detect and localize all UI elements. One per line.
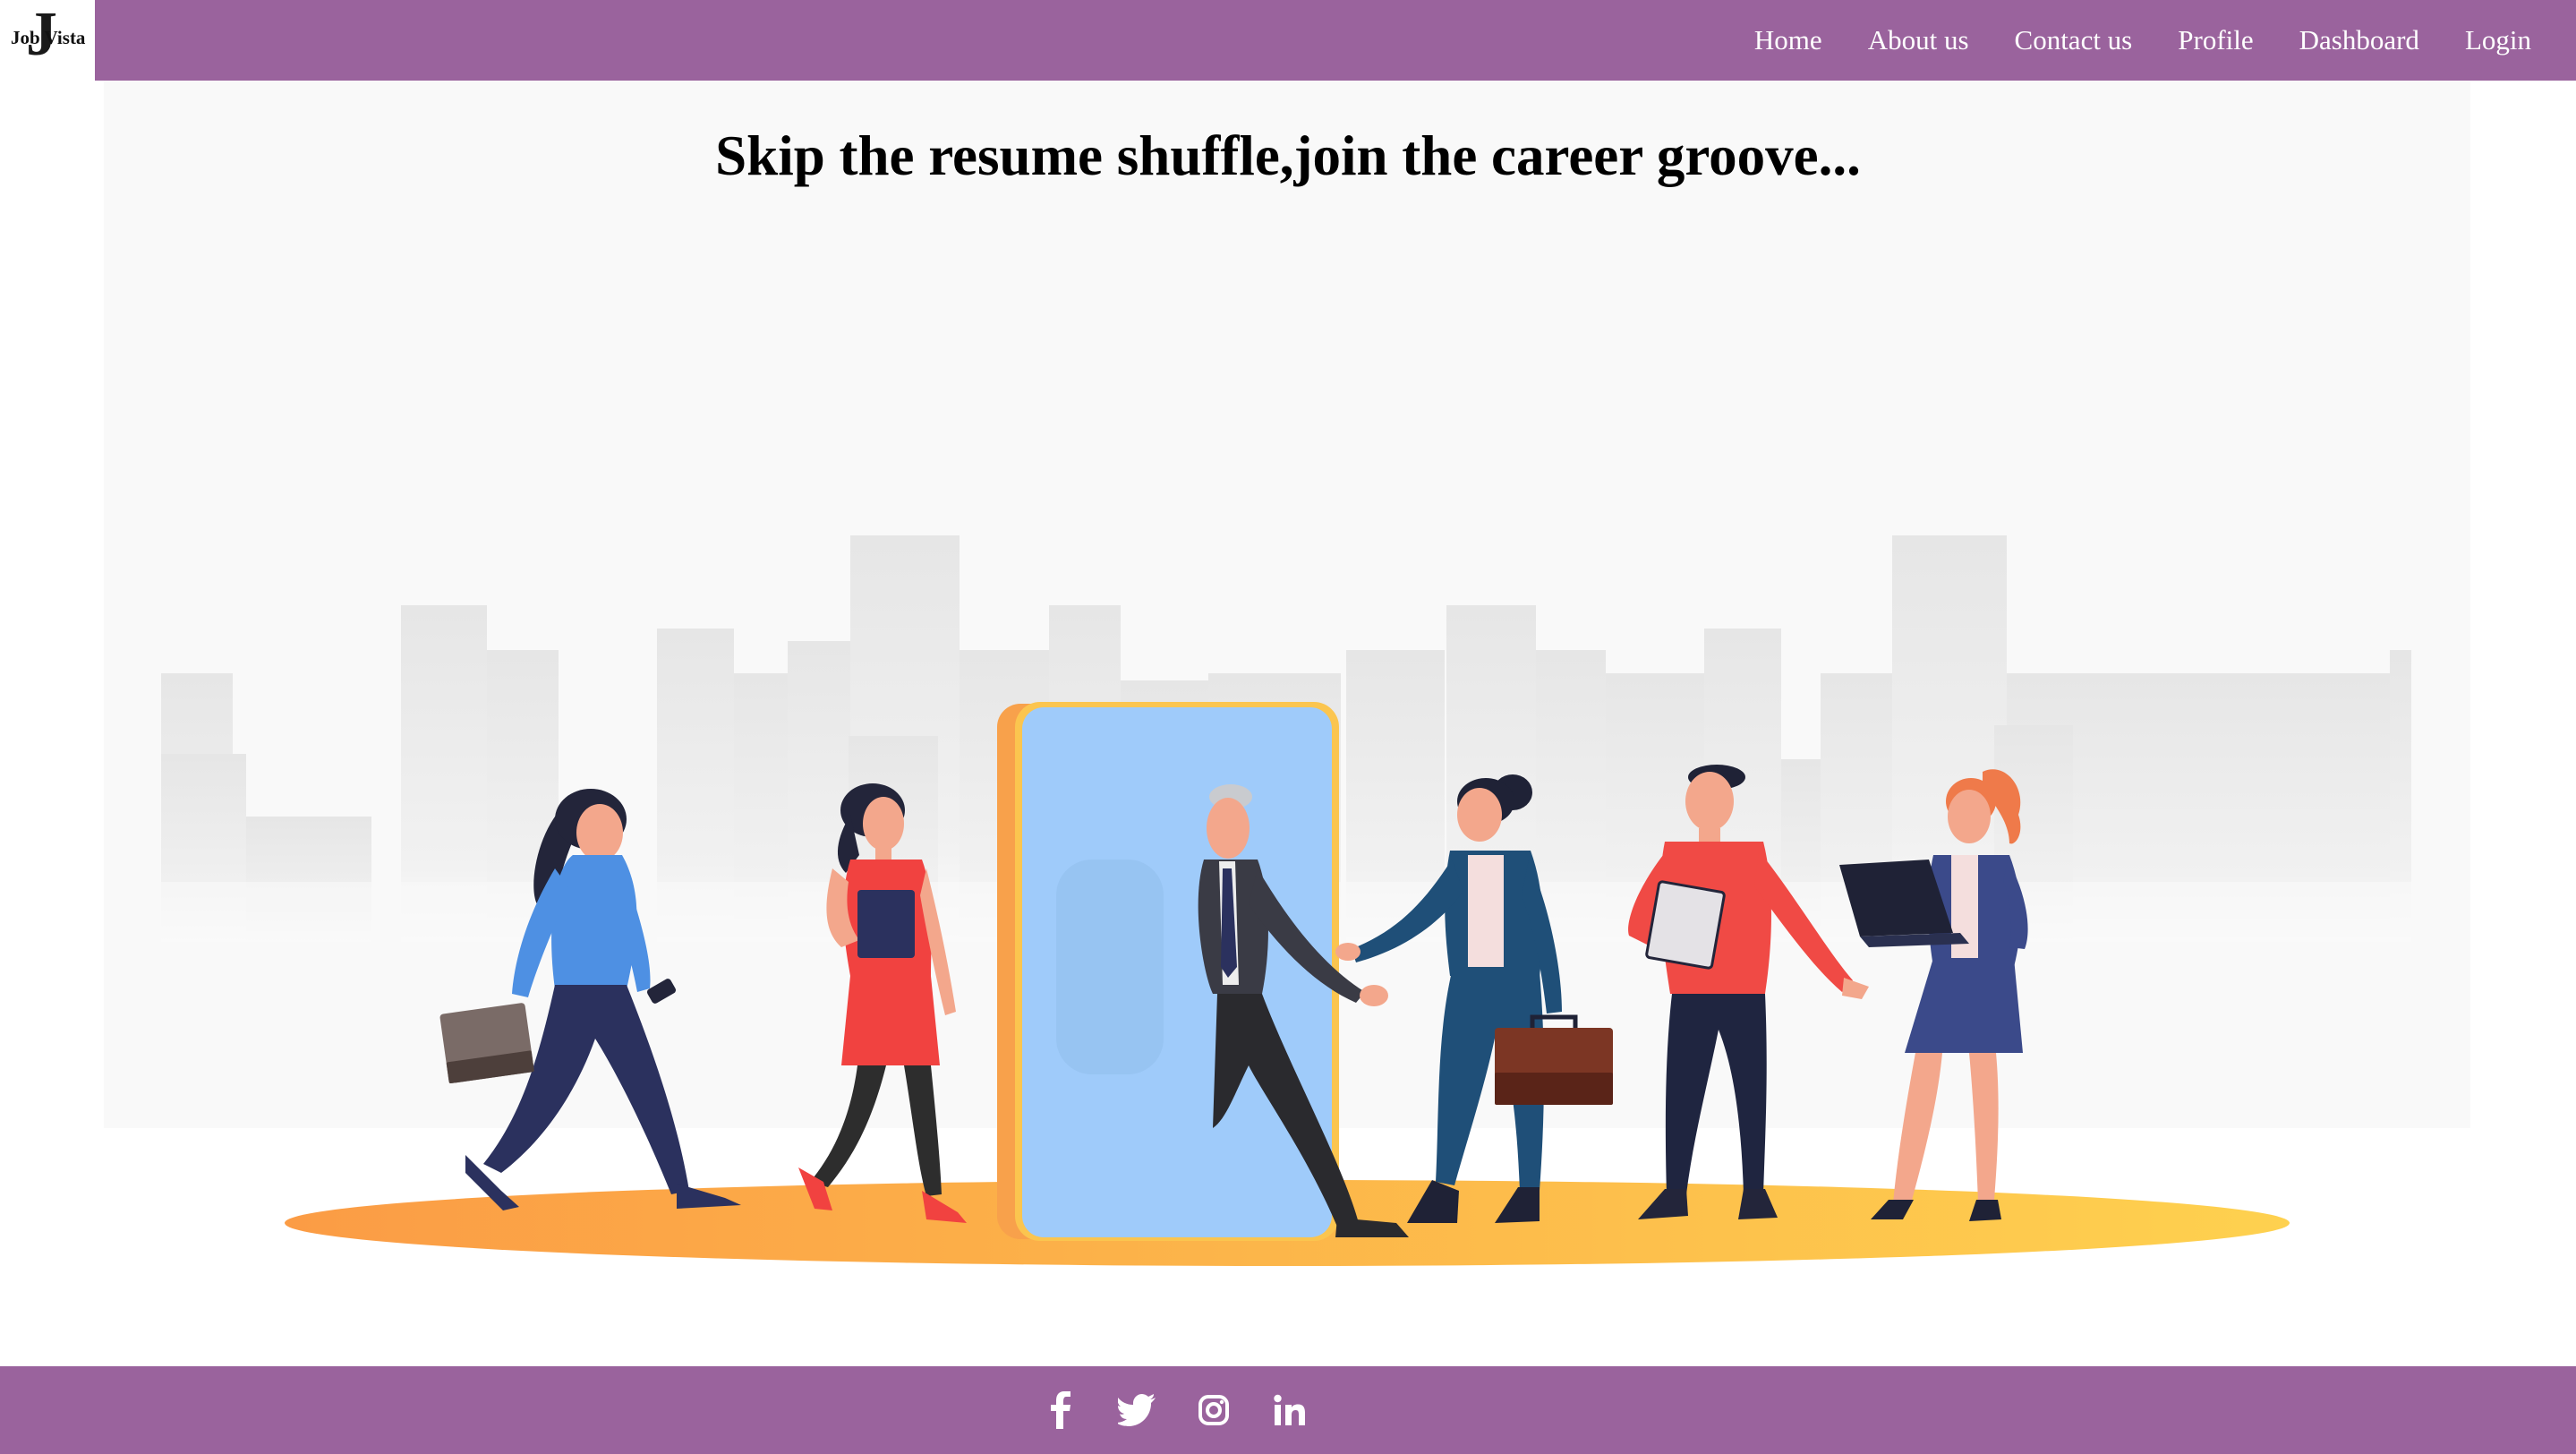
- mirror-door: [997, 702, 1339, 1241]
- career-illustration: [134, 535, 2444, 1266]
- facebook-icon[interactable]: [1035, 1366, 1088, 1454]
- twitter-icon[interactable]: [1110, 1366, 1164, 1454]
- footer: [0, 1366, 2576, 1454]
- linkedin-icon[interactable]: [1263, 1366, 1317, 1454]
- instagram-icon[interactable]: [1187, 1366, 1241, 1454]
